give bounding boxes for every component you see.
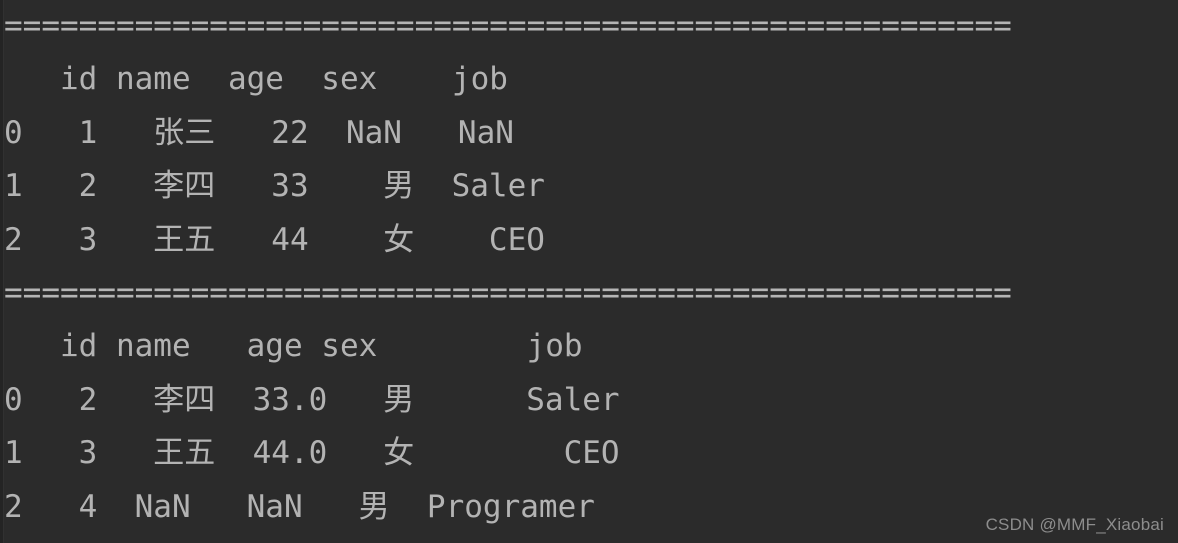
table-row: 2 4 NaN NaN 男 Programer — [4, 488, 595, 525]
console-output-window: ========================================… — [0, 0, 1178, 543]
table-row: 1 3 王五 44.0 女 CEO — [4, 435, 620, 472]
table-header-row-second: id name age sex job — [4, 328, 583, 365]
separator-line-middle: ========================================… — [4, 274, 1012, 311]
table-row: 0 1 张三 22 NaN NaN — [4, 114, 514, 151]
separator-line-top: ========================================… — [4, 8, 1012, 44]
csdn-watermark: CSDN @MMF_Xiaobai — [985, 515, 1164, 534]
table-row: 0 2 李四 33.0 男 Saler — [4, 381, 620, 418]
table-row: 2 3 王五 44 女 CEO — [4, 221, 545, 258]
table-row: 1 2 李四 33 男 Saler — [4, 168, 545, 205]
dataframe-console-output[interactable]: ========================================… — [4, 0, 1012, 534]
table-header-row-first: id name age sex job — [4, 61, 508, 98]
